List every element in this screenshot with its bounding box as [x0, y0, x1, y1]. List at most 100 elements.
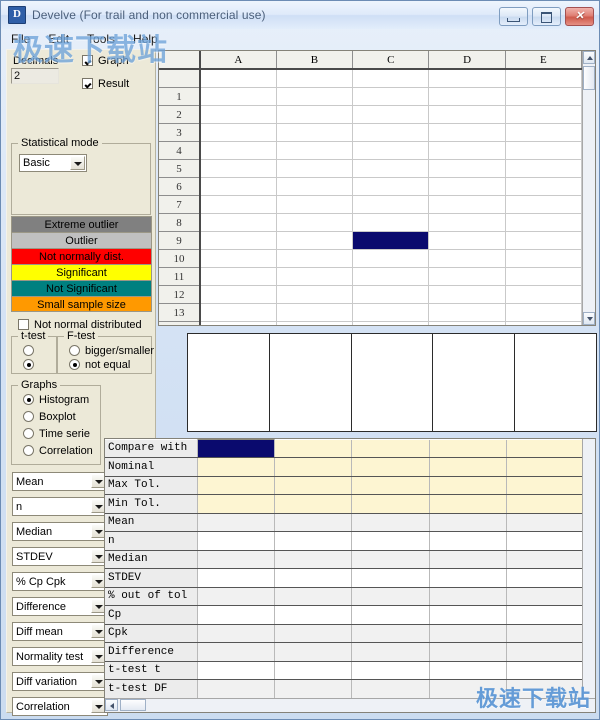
grid-cell[interactable]	[428, 321, 506, 325]
results-cell[interactable]	[274, 661, 353, 680]
grid-cell[interactable]	[276, 159, 354, 178]
results-cell[interactable]	[506, 439, 585, 458]
results-cell[interactable]	[197, 494, 276, 514]
stat-select-correlation[interactable]: Correlation	[12, 697, 108, 716]
stat-select-difference[interactable]: Difference	[12, 597, 108, 616]
results-cell[interactable]	[506, 513, 585, 532]
results-cell[interactable]	[351, 550, 430, 569]
grid-cell[interactable]	[428, 159, 506, 178]
row-header[interactable]: 13	[159, 303, 201, 322]
grid-cell[interactable]	[276, 177, 354, 196]
grid-cell[interactable]	[276, 303, 354, 322]
results-cell[interactable]	[197, 457, 276, 477]
grid-cell[interactable]	[276, 213, 354, 232]
results-cell[interactable]	[429, 513, 507, 532]
grid-cell[interactable]	[428, 213, 506, 232]
results-cell[interactable]	[351, 642, 430, 662]
results-cell[interactable]	[506, 476, 585, 495]
grid-cell[interactable]	[505, 177, 582, 196]
results-horizontal-scrollbar[interactable]	[105, 698, 595, 712]
grid-cell[interactable]	[428, 69, 506, 88]
column-header[interactable]: C	[352, 51, 430, 70]
results-cell[interactable]	[351, 513, 430, 532]
grid-cell[interactable]	[428, 231, 506, 250]
row-header[interactable]: 12	[159, 285, 201, 304]
results-cell[interactable]	[351, 457, 430, 477]
grid-cell[interactable]	[428, 141, 506, 160]
results-cell[interactable]	[274, 531, 353, 551]
results-cell[interactable]	[351, 605, 430, 625]
scroll-down-icon[interactable]	[583, 312, 595, 325]
graph-panel[interactable]	[187, 333, 270, 432]
grid-cell[interactable]	[352, 285, 430, 304]
results-cell[interactable]	[351, 494, 430, 514]
grid-cell[interactable]	[428, 303, 506, 322]
results-cell[interactable]	[351, 624, 430, 643]
results-cell[interactable]	[506, 550, 585, 569]
menu-item-file[interactable]: File	[9, 31, 32, 47]
grid-cell[interactable]	[200, 321, 277, 325]
results-cell[interactable]	[274, 494, 353, 514]
graph-panel[interactable]	[432, 333, 516, 432]
results-cell[interactable]	[506, 587, 585, 606]
results-cell[interactable]	[274, 550, 353, 569]
results-cell[interactable]	[196, 439, 276, 458]
results-cell[interactable]	[429, 587, 507, 606]
ftest-option-bigger-smaller[interactable]: bigger/smaller	[64, 345, 154, 357]
row-header[interactable]: 14	[159, 321, 201, 325]
results-cell[interactable]	[429, 661, 507, 680]
row-header[interactable]: 1	[159, 87, 201, 106]
stat-select-median[interactable]: Median	[12, 522, 108, 541]
results-cell[interactable]	[351, 476, 430, 495]
results-cell[interactable]	[197, 661, 276, 680]
results-cell[interactable]	[429, 550, 507, 569]
graph-panel[interactable]	[514, 333, 597, 432]
grid-cell[interactable]	[352, 69, 430, 88]
results-cell[interactable]	[429, 457, 507, 477]
grid-cell[interactable]	[276, 105, 354, 124]
ftest-option-not-equal[interactable]: not equal	[64, 359, 130, 371]
scroll-up-icon[interactable]	[583, 51, 595, 64]
results-cell[interactable]	[351, 587, 430, 606]
row-header[interactable]: 9	[159, 231, 201, 250]
grid-cell[interactable]	[505, 249, 582, 268]
results-cell[interactable]	[197, 624, 276, 643]
results-cell[interactable]	[506, 679, 585, 699]
grid-cell[interactable]	[428, 123, 506, 142]
row-header[interactable]: 7	[159, 195, 201, 214]
results-cell[interactable]	[197, 513, 276, 532]
grid-cell[interactable]	[200, 267, 277, 286]
grid-cell[interactable]	[200, 249, 277, 268]
grid-cell[interactable]	[352, 321, 430, 325]
column-header[interactable]: B	[276, 51, 354, 70]
grid-cell[interactable]	[505, 213, 582, 232]
column-header[interactable]: D	[428, 51, 506, 70]
results-cell[interactable]	[274, 568, 353, 588]
graphs-option-correlation[interactable]: Correlation	[18, 445, 93, 457]
results-cell[interactable]	[506, 624, 585, 643]
grid-cell[interactable]	[352, 267, 430, 286]
results-cell[interactable]	[506, 457, 585, 477]
grid-cell[interactable]	[276, 231, 354, 250]
results-cell[interactable]	[429, 679, 507, 699]
data-spreadsheet[interactable]: ABCDE1234567891011121314	[158, 50, 596, 326]
results-cell[interactable]	[274, 513, 353, 532]
grid-cell[interactable]	[505, 87, 582, 106]
close-button[interactable]: ✕	[565, 7, 594, 26]
grid-cell[interactable]	[200, 105, 277, 124]
results-cell[interactable]	[274, 476, 353, 495]
results-vertical-scrollbar[interactable]	[582, 439, 595, 698]
grid-cell[interactable]	[428, 87, 506, 106]
menu-item-tools[interactable]: Tools	[85, 31, 117, 47]
column-header[interactable]: A	[200, 51, 277, 70]
result-checkbox[interactable]: Result	[77, 78, 129, 90]
stat-select-n[interactable]: n	[12, 497, 108, 516]
results-cell[interactable]	[506, 605, 585, 625]
minimize-button[interactable]	[499, 7, 528, 26]
grid-cell[interactable]	[428, 177, 506, 196]
decimals-input[interactable]: 2	[11, 68, 59, 84]
results-cell[interactable]	[197, 531, 276, 551]
grid-cell[interactable]	[505, 267, 582, 286]
grid-cell[interactable]	[276, 87, 354, 106]
results-cell[interactable]	[197, 568, 276, 588]
